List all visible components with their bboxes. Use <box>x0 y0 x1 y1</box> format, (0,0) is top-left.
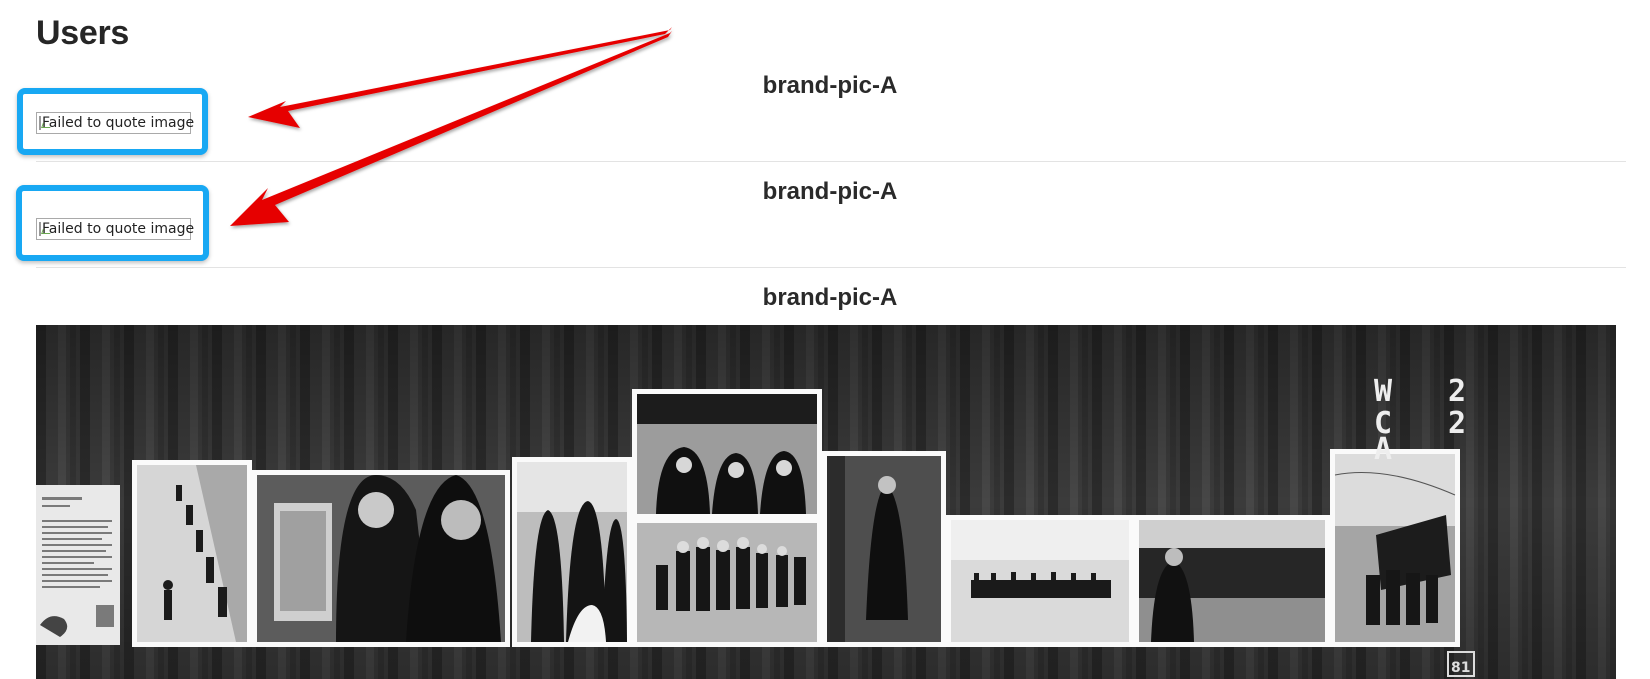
annotation-arrows <box>230 27 672 226</box>
arrow-icon <box>248 27 672 128</box>
arrow-icon <box>230 31 672 226</box>
